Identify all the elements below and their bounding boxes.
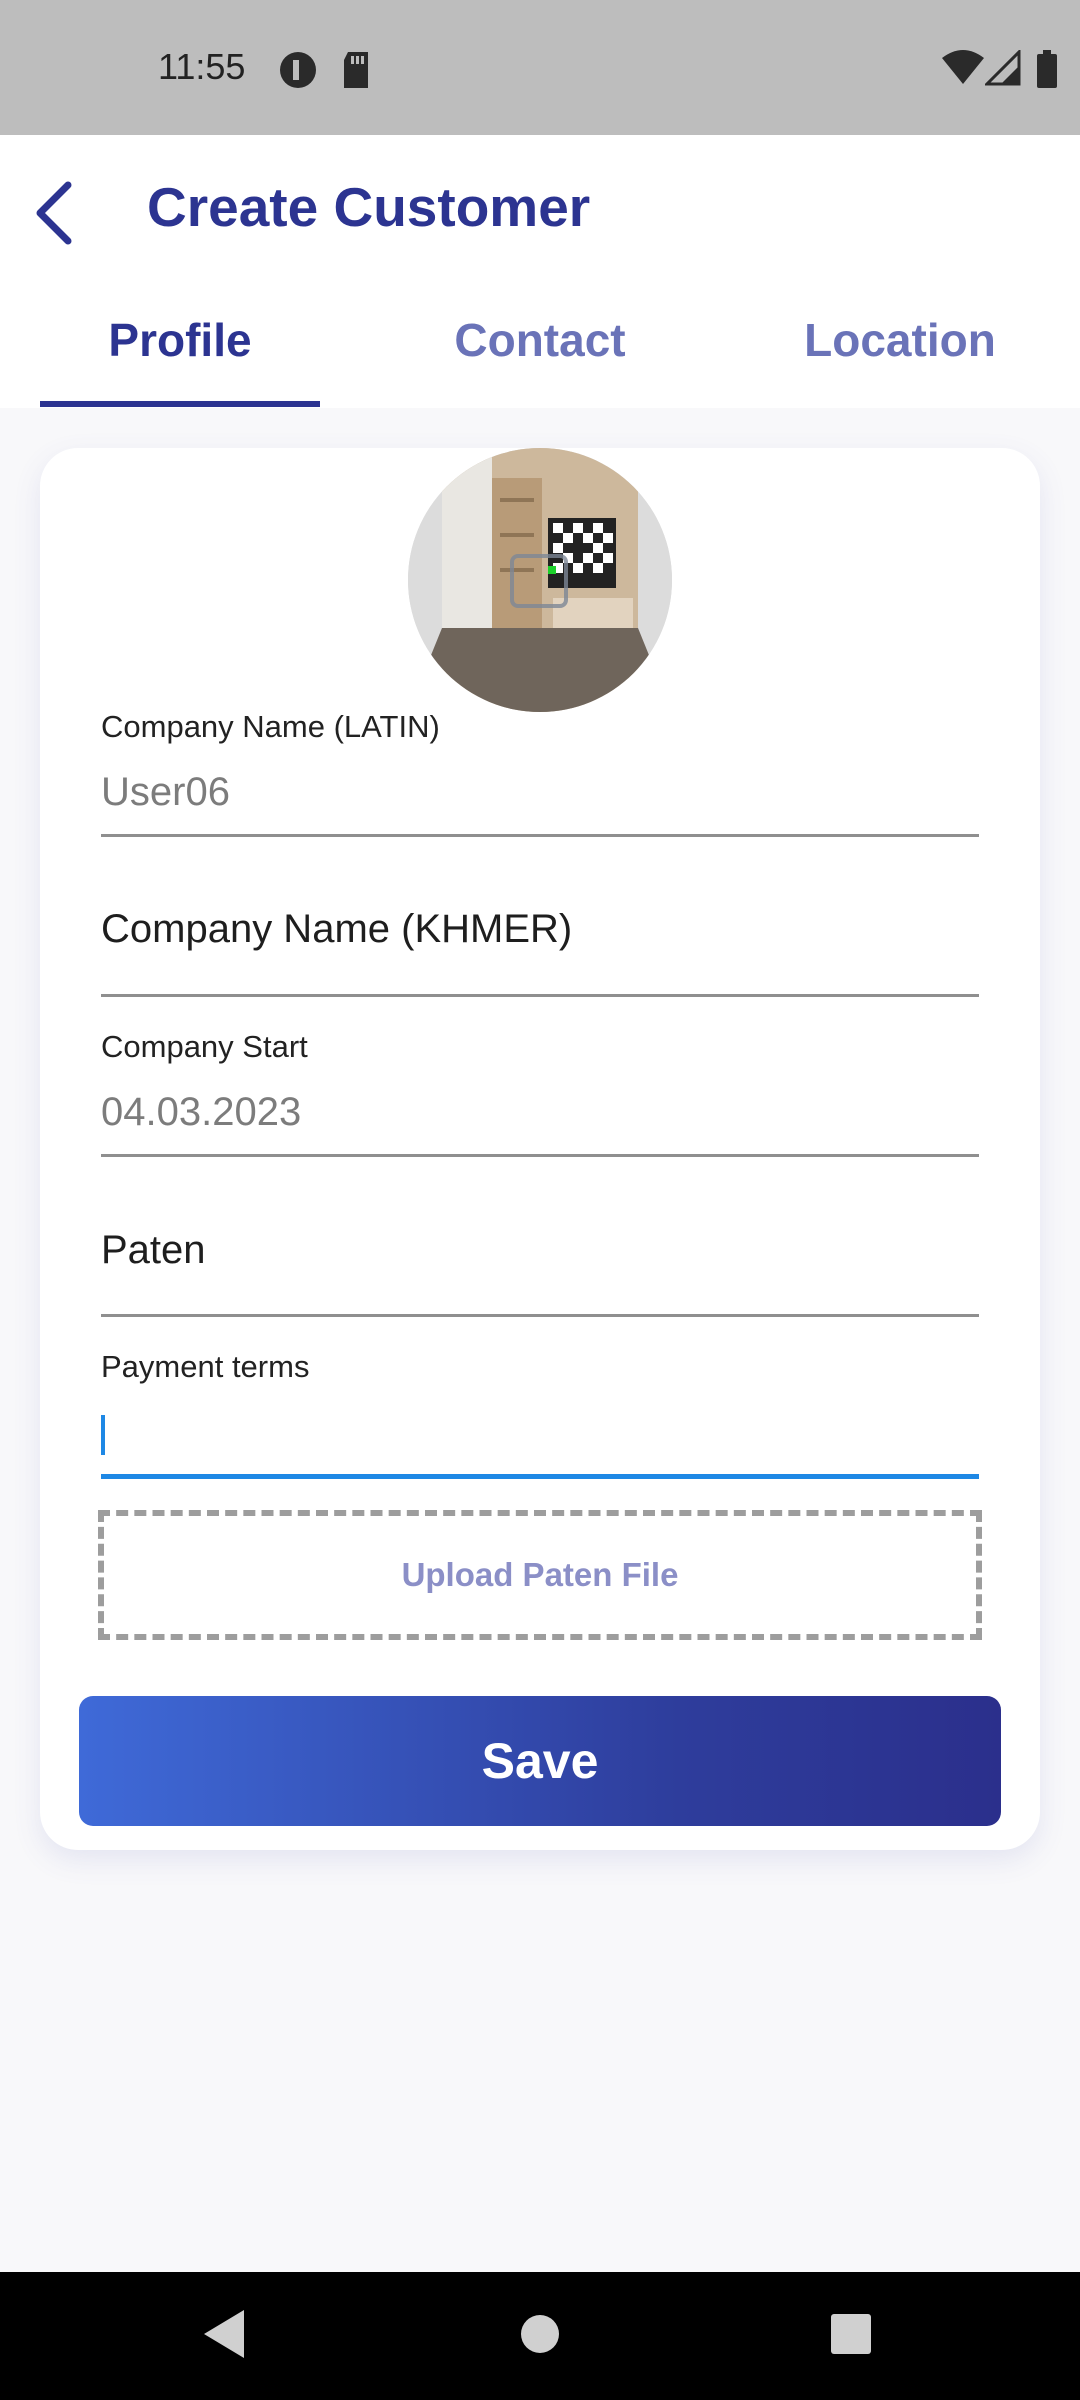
- tab-location[interactable]: Location: [760, 310, 1040, 408]
- dnd-icon: [278, 50, 318, 95]
- text-cursor: [101, 1415, 105, 1455]
- wifi-icon: [942, 50, 984, 91]
- company-name-khmer-underline: [101, 994, 979, 997]
- tab-profile[interactable]: Profile: [40, 310, 320, 408]
- upload-paten-file-label: Upload Paten File: [401, 1556, 679, 1593]
- status-time: 11:55: [158, 46, 246, 87]
- company-name-latin-input[interactable]: User06: [101, 770, 230, 815]
- room-photo-image: [408, 448, 672, 712]
- paten-underline: [101, 1314, 979, 1317]
- payment-terms-underline: [101, 1474, 979, 1479]
- avatar[interactable]: [408, 448, 672, 712]
- signal-icon: [983, 48, 1021, 91]
- back-button[interactable]: [28, 173, 98, 253]
- nav-recents-icon[interactable]: [827, 2306, 875, 2367]
- sd-card-icon: [340, 50, 372, 95]
- company-name-khmer-input[interactable]: Company Name (KHMER): [101, 907, 572, 952]
- company-start-input[interactable]: 04.03.2023: [101, 1090, 301, 1135]
- tab-contact[interactable]: Contact: [400, 310, 680, 408]
- tab-indicator: [40, 401, 320, 407]
- battery-icon: [1036, 50, 1058, 93]
- payment-terms-label: Payment terms: [101, 1349, 310, 1384]
- paten-input[interactable]: Paten: [101, 1228, 206, 1273]
- app-bar: Create Customer Profile Contact Location: [0, 135, 1080, 408]
- company-start-underline: [101, 1154, 979, 1157]
- upload-paten-file-button[interactable]: Upload Paten File: [98, 1510, 982, 1640]
- back-arrow-icon: [36, 181, 72, 245]
- system-nav-bar: [0, 2272, 1080, 2400]
- company-start-label: Company Start: [101, 1029, 308, 1064]
- page-title: Create Customer: [147, 176, 591, 238]
- status-bar: 11:55: [0, 0, 1080, 135]
- save-button[interactable]: Save: [79, 1696, 1001, 1826]
- nav-home-icon[interactable]: [516, 2306, 564, 2367]
- save-button-label: Save: [481, 1733, 599, 1789]
- nav-back-icon[interactable]: [200, 2306, 248, 2367]
- company-name-latin-underline: [101, 834, 979, 837]
- company-name-latin-label: Company Name (LATIN): [101, 709, 440, 744]
